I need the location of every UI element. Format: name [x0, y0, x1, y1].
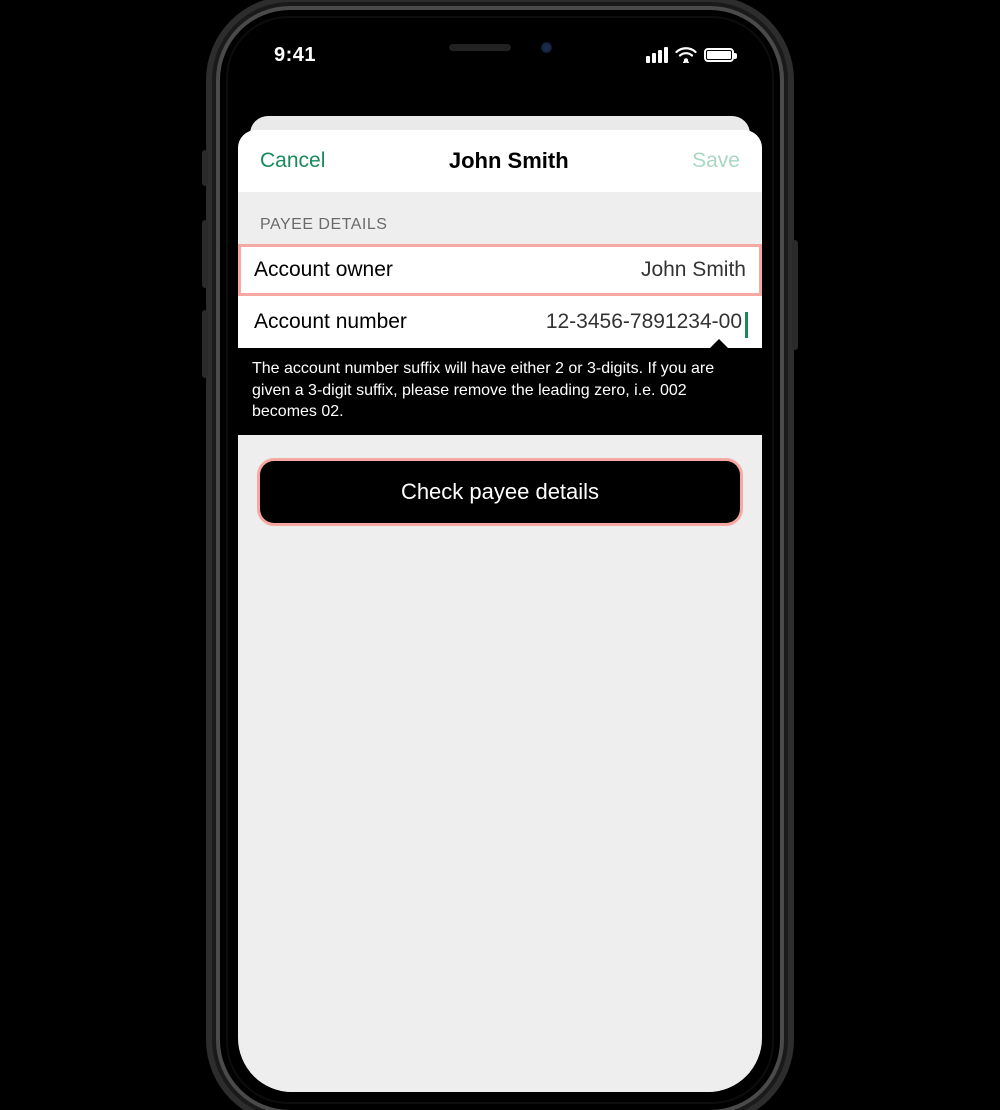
volume-up-button	[202, 220, 208, 288]
cellular-icon	[646, 47, 668, 63]
battery-icon	[704, 48, 734, 62]
account-number-text: 12-3456-7891234-00	[546, 310, 742, 333]
status-time: 9:41	[274, 44, 316, 67]
section-header: PAYEE DETAILS	[238, 192, 762, 244]
account-number-label: Account number	[254, 310, 407, 334]
text-cursor	[745, 312, 748, 338]
account-number-value: 12-3456-7891234-00	[546, 310, 746, 334]
notch	[375, 28, 625, 66]
check-payee-details-button[interactable]: Check payee details	[260, 461, 740, 523]
account-owner-value: John Smith	[641, 258, 746, 282]
sheet-title: John Smith	[449, 148, 569, 174]
save-button[interactable]: Save	[692, 149, 740, 173]
account-number-row[interactable]: Account number 12-3456-7891234-00	[238, 296, 762, 348]
payee-details-group: Account owner John Smith Account number …	[238, 244, 762, 348]
speaker-grille	[449, 44, 511, 51]
cancel-button[interactable]: Cancel	[260, 149, 325, 173]
sheet-navbar: Cancel John Smith Save	[238, 130, 762, 192]
phone-frame: 9:41 Cancel John Smith Save	[220, 10, 780, 1110]
front-camera	[541, 42, 552, 53]
modal-sheet: Cancel John Smith Save PAYEE DETAILS Acc…	[238, 130, 762, 1092]
account-owner-row[interactable]: Account owner John Smith	[238, 244, 762, 296]
power-button	[792, 240, 798, 350]
silence-switch	[202, 150, 208, 186]
wifi-icon	[675, 47, 697, 63]
suffix-tooltip: The account number suffix will have eith…	[238, 348, 762, 435]
account-owner-label: Account owner	[254, 258, 393, 282]
phone-screen: 9:41 Cancel John Smith Save	[238, 28, 762, 1092]
volume-down-button	[202, 310, 208, 378]
